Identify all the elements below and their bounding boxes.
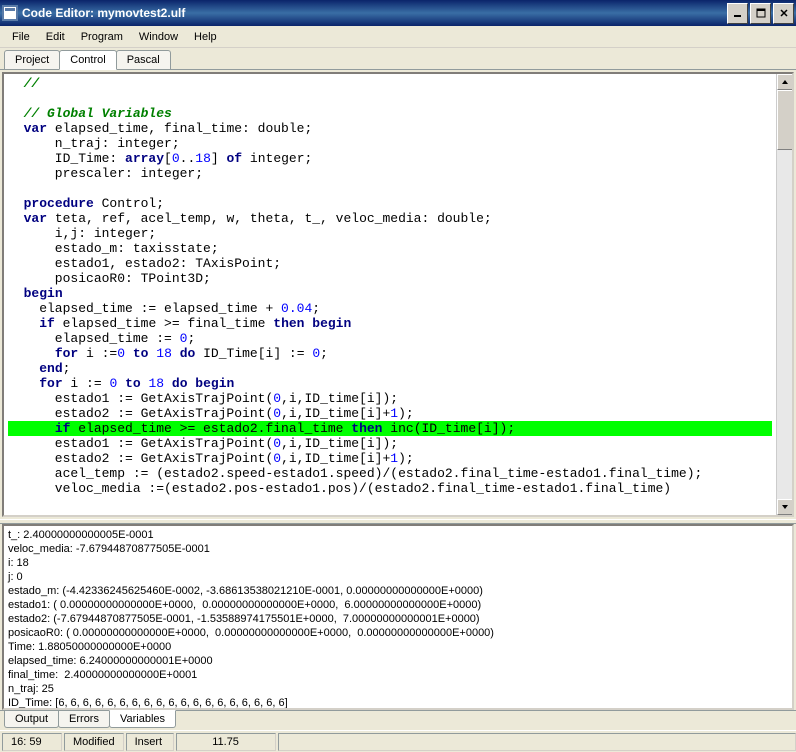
window-controls: [727, 3, 794, 24]
tab-project[interactable]: Project: [4, 50, 60, 69]
menubar: File Edit Program Window Help: [0, 26, 796, 48]
tab-output[interactable]: Output: [4, 711, 59, 728]
status-cursor: 16: 59: [2, 733, 62, 751]
status-time: 11.75: [176, 733, 276, 751]
close-button[interactable]: [773, 3, 794, 24]
status-spacer: [278, 733, 796, 751]
editor-scrollbar[interactable]: [776, 74, 792, 515]
variables-text: t_: 2.40000000000005E-0001 veloc_media: …: [4, 526, 792, 710]
app-icon: [2, 5, 18, 21]
bottom-panel: t_: 2.40000000000005E-0001 veloc_media: …: [0, 524, 796, 730]
tab-variables[interactable]: Variables: [109, 710, 176, 728]
menu-file[interactable]: File: [4, 29, 38, 45]
window-title: Code Editor: mymovtest2.ulf: [22, 6, 727, 20]
code-editor[interactable]: // // Global Variables var elapsed_time,…: [2, 72, 794, 517]
menu-window[interactable]: Window: [131, 29, 186, 45]
titlebar: Code Editor: mymovtest2.ulf: [0, 0, 796, 26]
status-mode: Insert: [126, 733, 174, 751]
menu-program[interactable]: Program: [73, 29, 131, 45]
tab-pascal[interactable]: Pascal: [116, 50, 171, 69]
bottom-tabstrip: Output Errors Variables: [0, 710, 796, 730]
menu-edit[interactable]: Edit: [38, 29, 73, 45]
minimize-button[interactable]: [727, 3, 748, 24]
variables-panel[interactable]: t_: 2.40000000000005E-0001 veloc_media: …: [2, 524, 794, 710]
tab-control[interactable]: Control: [59, 50, 116, 70]
scroll-up-button[interactable]: [777, 74, 793, 90]
status-modified: Modified: [64, 733, 124, 751]
statusbar: 16: 59 Modified Insert 11.75: [0, 730, 796, 752]
menu-help[interactable]: Help: [186, 29, 225, 45]
scroll-thumb[interactable]: [777, 90, 793, 150]
maximize-button[interactable]: [750, 3, 771, 24]
code-text[interactable]: // // Global Variables var elapsed_time,…: [4, 74, 776, 498]
scroll-down-button[interactable]: [777, 499, 793, 515]
tab-errors[interactable]: Errors: [58, 711, 110, 728]
top-tabstrip: Project Control Pascal: [0, 48, 796, 70]
